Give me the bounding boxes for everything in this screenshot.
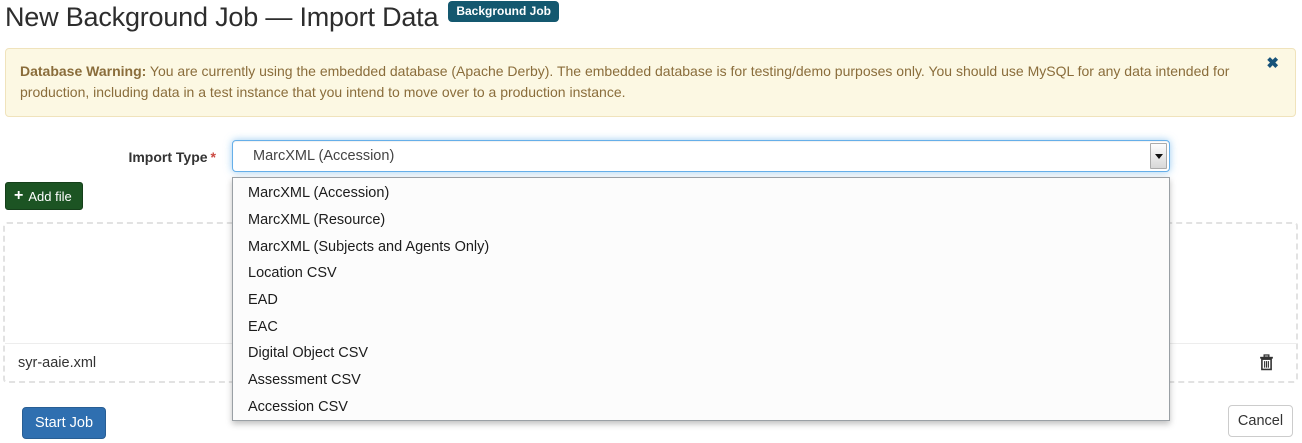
close-icon[interactable]: ✖ xyxy=(1266,56,1279,71)
import-type-selected-value: MarcXML (Accession) xyxy=(253,148,395,164)
warning-text: You are currently using the embedded dat… xyxy=(20,63,1230,100)
cancel-button[interactable]: Cancel xyxy=(1228,405,1293,437)
option-marcxml-subjects-agents[interactable]: MarcXML (Subjects and Agents Only) xyxy=(233,233,1169,260)
warning-label: Database Warning: xyxy=(20,63,147,79)
chevron-down-icon[interactable] xyxy=(1150,143,1167,169)
option-accession-csv[interactable]: Accession CSV xyxy=(233,394,1169,421)
start-job-button[interactable]: Start Job xyxy=(22,407,106,439)
delete-file-button[interactable] xyxy=(1257,352,1276,373)
add-file-label: Add file xyxy=(28,188,72,204)
option-eac[interactable]: EAC xyxy=(233,313,1169,340)
trash-icon xyxy=(1260,354,1273,371)
page-header: New Background Job — Import Data Backgro… xyxy=(5,0,559,34)
page-title: New Background Job — Import Data xyxy=(5,2,439,32)
required-asterisk: * xyxy=(210,149,216,165)
option-ead[interactable]: EAD xyxy=(233,287,1169,314)
import-type-label: Import Type * xyxy=(128,149,216,165)
plus-icon: + xyxy=(14,187,24,204)
new-background-job-page: New Background Job — Import Data Backgro… xyxy=(0,0,1302,443)
import-type-dropdown: MarcXML (Accession) MarcXML (Resource) M… xyxy=(232,177,1170,421)
database-warning-alert: Database Warning: You are currently usin… xyxy=(5,48,1296,117)
option-marcxml-accession[interactable]: MarcXML (Accession) xyxy=(233,180,1169,207)
import-type-select[interactable]: MarcXML (Accession) xyxy=(232,140,1170,172)
background-job-badge: Background Job xyxy=(448,1,559,22)
option-marcxml-resource[interactable]: MarcXML (Resource) xyxy=(233,207,1169,234)
option-location-csv[interactable]: Location CSV xyxy=(233,260,1169,287)
option-assessment-csv[interactable]: Assessment CSV xyxy=(233,367,1169,394)
add-file-button[interactable]: + Add file xyxy=(5,182,83,210)
option-digital-object-csv[interactable]: Digital Object CSV xyxy=(233,340,1169,367)
